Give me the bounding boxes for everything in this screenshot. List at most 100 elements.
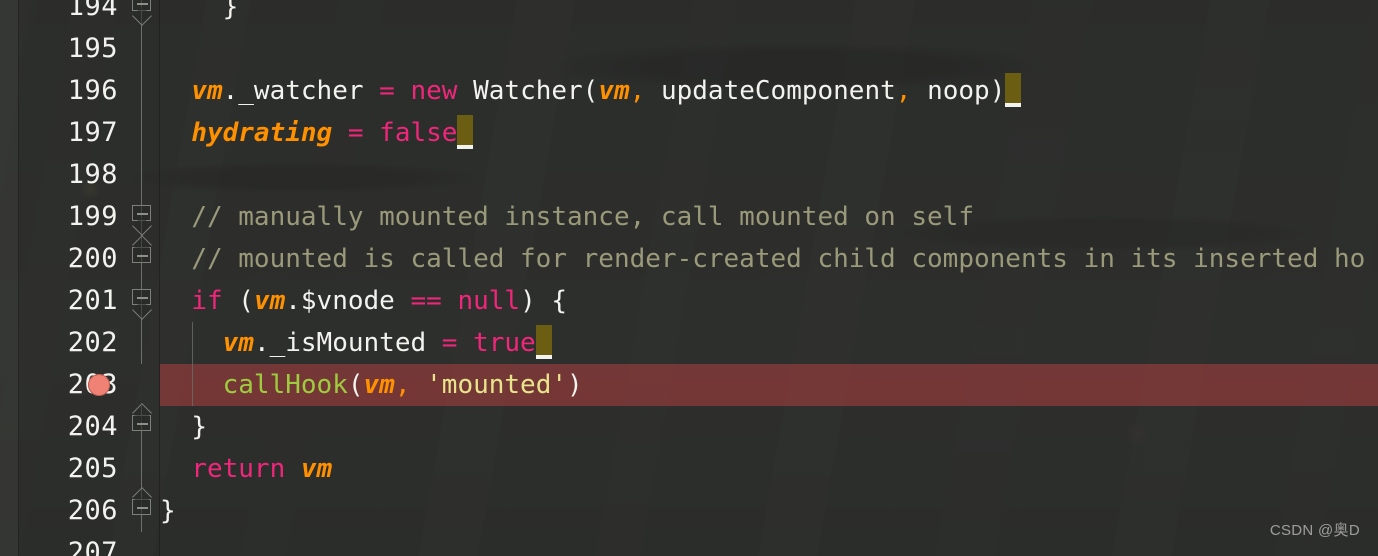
code-line-text[interactable]: }	[160, 490, 176, 532]
line-number: 196	[67, 75, 118, 106]
code-line-text[interactable]: }	[160, 406, 207, 448]
collapse-minus-icon	[137, 255, 148, 257]
fold-region-start-icon[interactable]	[132, 205, 151, 221]
code-line-row[interactable]: 200 // mounted is called for render-crea…	[0, 238, 1378, 280]
code-fold-marker[interactable]	[131, 490, 153, 532]
code-line-text[interactable]: // mounted is called for render-created …	[160, 238, 1365, 280]
code-token: ,	[629, 76, 646, 106]
code-fold-marker[interactable]	[131, 112, 153, 154]
fold-region-start-icon[interactable]	[132, 0, 151, 11]
code-token: vm	[363, 370, 395, 400]
fold-stem	[141, 322, 142, 364]
code-line-text[interactable]: if (vm.$vnode == null) {	[160, 280, 567, 322]
caret-identifier-highlight	[535, 325, 552, 359]
code-line-text[interactable]: vm._isMounted = true	[160, 322, 552, 364]
code-editor[interactable]: 194 } 195 196 vm._watcher = new Watcher(vm…	[0, 0, 1378, 556]
code-line-row[interactable]: 199 // manually mounted instance, call m…	[0, 196, 1378, 238]
code-line-row[interactable]: 198	[0, 154, 1378, 196]
code-token: ==	[410, 286, 442, 316]
code-token: ) {	[520, 286, 568, 316]
code-line-row[interactable]: 205 return vm	[0, 448, 1378, 490]
code-token: // manually mounted instance, call mount…	[191, 202, 974, 232]
code-line-row[interactable]: 207	[0, 532, 1378, 556]
line-number: 195	[67, 33, 118, 64]
fold-stem	[141, 28, 142, 70]
code-fold-marker[interactable]	[131, 196, 153, 238]
code-token: callHook	[222, 370, 348, 400]
code-token: vm	[191, 76, 223, 106]
code-token: vm	[253, 286, 286, 316]
line-number: 202	[67, 327, 118, 358]
fold-region-end-icon[interactable]	[132, 415, 151, 431]
line-number: 194	[67, 0, 118, 22]
code-line-row[interactable]: 204 }	[0, 406, 1378, 448]
code-fold-marker[interactable]	[131, 238, 153, 280]
code-line-text[interactable]: // manually mounted instance, call mount…	[160, 196, 974, 238]
code-token: new	[410, 76, 458, 106]
code-token: ._watcher	[222, 76, 380, 106]
code-token: vm	[300, 454, 333, 484]
code-token: =	[441, 328, 458, 358]
code-line-text[interactable]: }	[160, 0, 239, 28]
line-number: 199	[67, 201, 118, 232]
code-line-row[interactable]: 197 hydrating = false	[0, 112, 1378, 154]
fold-stem	[141, 448, 142, 490]
line-number: 204	[67, 411, 118, 442]
code-fold-marker[interactable]	[131, 280, 153, 322]
code-token: null	[457, 286, 521, 316]
code-line-text[interactable]: vm._watcher = new Watcher(vm, updateComp…	[160, 70, 1022, 112]
code-token: }	[160, 496, 176, 526]
collapse-minus-icon	[137, 507, 148, 509]
code-fold-marker[interactable]	[131, 322, 153, 364]
code-line-text[interactable]: return vm	[160, 448, 332, 490]
line-number: 201	[67, 285, 118, 316]
code-token: =	[347, 118, 364, 148]
code-token: =	[379, 76, 395, 106]
code-fold-marker[interactable]	[131, 70, 153, 112]
fold-stem	[141, 154, 142, 196]
code-token: .$vnode	[285, 286, 411, 316]
fold-region-end-icon[interactable]	[132, 247, 151, 263]
code-line-row[interactable]: 203 callHook(vm, 'mounted')	[0, 364, 1378, 406]
code-line-text[interactable]: hydrating = false	[160, 112, 474, 154]
fold-region-end-icon[interactable]	[132, 499, 151, 515]
code-line-row[interactable]: 195	[0, 28, 1378, 70]
fold-stem	[141, 70, 142, 112]
code-line-text[interactable]: callHook(vm, 'mounted')	[160, 364, 583, 406]
collapse-minus-icon	[137, 297, 148, 299]
code-fold-marker[interactable]	[131, 0, 153, 28]
code-line-row[interactable]: 201 if (vm.$vnode == null) {	[0, 280, 1378, 322]
code-fold-marker[interactable]	[131, 28, 153, 70]
caret-identifier-highlight	[1005, 73, 1022, 107]
code-line-row[interactable]: 194 }	[0, 0, 1378, 28]
code-token: ,	[895, 76, 912, 106]
fold-stem	[141, 112, 142, 154]
code-token: noop)	[911, 76, 1006, 106]
code-token: }	[191, 412, 207, 442]
code-token: Watcher(	[457, 76, 599, 106]
code-fold-marker[interactable]	[131, 364, 153, 406]
code-line-row[interactable]: 196 vm._watcher = new Watcher(vm, update…	[0, 70, 1378, 112]
code-token: true	[473, 328, 536, 358]
code-token: ,	[394, 370, 411, 400]
line-number: 206	[67, 495, 118, 526]
collapse-minus-icon	[137, 423, 148, 425]
code-line-row[interactable]: 206}	[0, 490, 1378, 532]
code-token: updateComponent	[645, 76, 896, 106]
code-fold-marker[interactable]	[131, 406, 153, 448]
code-line-row[interactable]: 202 vm._isMounted = true	[0, 322, 1378, 364]
code-fold-marker[interactable]	[131, 154, 153, 196]
code-token: )	[567, 370, 583, 400]
code-fold-marker[interactable]	[131, 448, 153, 490]
code-token: vm	[222, 328, 254, 358]
breakpoint-icon[interactable]	[88, 374, 110, 396]
line-number: 198	[67, 159, 118, 190]
fold-region-start-icon[interactable]	[132, 289, 151, 305]
